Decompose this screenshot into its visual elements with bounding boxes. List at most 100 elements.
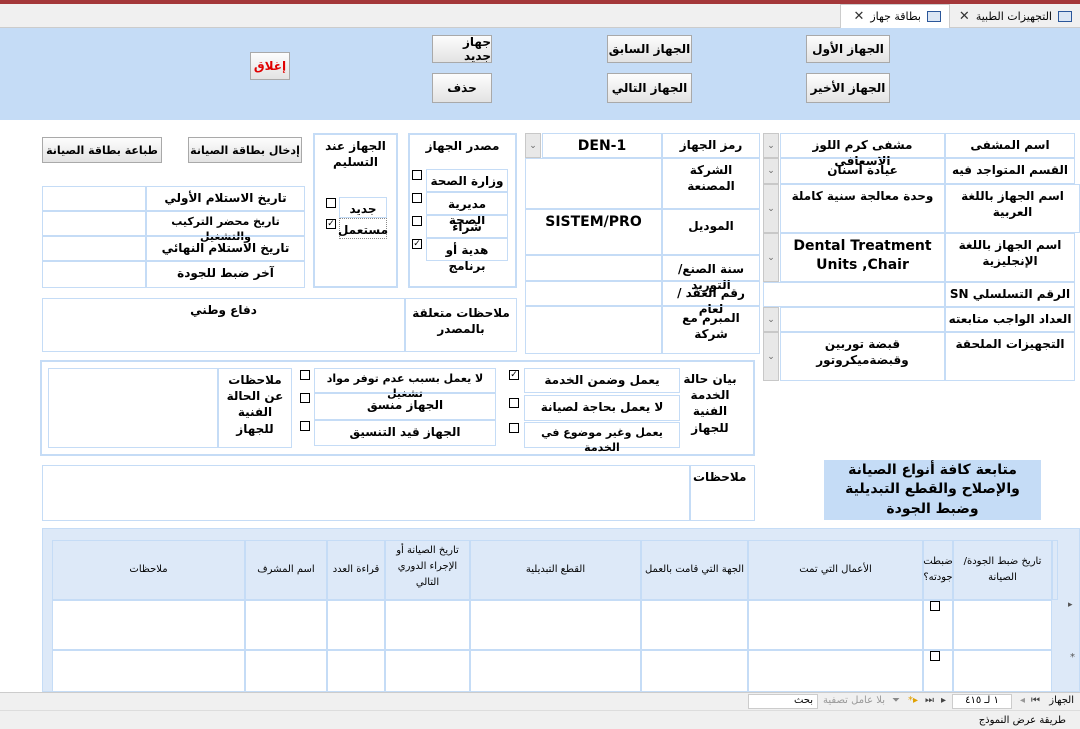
chevron-down-icon[interactable]: ⌄ [763,233,779,282]
grid-cell[interactable] [245,650,327,692]
grid-header[interactable]: الأعمال التي تمت [748,540,923,600]
grid-header[interactable]: اسم المشرف [245,540,327,600]
first-record-button[interactable]: الجهاز الأول [806,35,890,63]
search-input[interactable]: بحث [748,694,818,709]
delete-button[interactable]: حذف [432,73,492,103]
chevron-down-icon[interactable]: ⌄ [763,307,779,332]
last-record-button[interactable]: الجهاز الأخير [806,73,890,103]
hospital-field[interactable]: مشفى كرم اللوز الاسعافي [780,133,945,168]
record-selector-icon[interactable]: ▸ [1068,600,1073,610]
arabic-name-field[interactable]: وحدة معالجة سنية كاملة [780,184,945,233]
status-notes-field[interactable] [48,368,218,448]
new-record-icon[interactable]: * [1070,652,1075,663]
status-coordinating-checkbox[interactable] [300,421,310,431]
grid-cell[interactable] [641,650,748,692]
grid-cell[interactable] [470,650,641,692]
grid-cell[interactable] [953,650,1052,692]
delivery-used-checkbox[interactable]: ✓ [326,219,336,229]
tab-medical-equipment[interactable]: التجهيزات الطبية ✕ [950,4,1080,28]
first-record-icon[interactable]: ⏮ [1031,695,1040,706]
grid-cell[interactable] [245,600,327,650]
grid-cell[interactable] [748,600,923,650]
grid-cell[interactable] [327,650,385,692]
quality-checked-checkbox[interactable] [930,601,940,611]
filter-icon[interactable]: ⏷ [892,695,900,706]
counter-field[interactable] [780,307,945,332]
grid-header[interactable]: الجهة التي قامت بالعمل [641,540,748,600]
technical-status-group: بيان حالة الخدمة الفنية للجهاز يعمل وضمن… [40,360,755,456]
grid-cell[interactable] [470,600,641,650]
print-maintenance-card-button[interactable]: طباعة بطاقة الصيانة [42,137,162,163]
contract-company-field[interactable] [525,306,662,354]
contract-field[interactable] [525,281,662,306]
final-receipt-label: تاريخ الاستلام النهائي [146,236,305,261]
source-directorate-checkbox[interactable] [412,193,422,203]
manufacturer-field[interactable] [525,158,662,209]
notes-label: ملاحظات [690,465,755,521]
chevron-down-icon[interactable]: ⌄ [525,133,541,158]
chevron-down-icon[interactable]: ⌄ [763,158,779,184]
quality-checked-checkbox[interactable] [930,651,940,661]
grid-header[interactable]: ضبطت جودته؟ [923,540,953,600]
source-group: مصدر الجهاز وزارة الصحة مديرية الصحة شرا… [408,133,517,288]
grid-header[interactable]: قراءة العدد [327,540,385,600]
year-label: سنة الصنع/التوريد [662,255,760,292]
grid-header[interactable]: القطع التبديلية [470,540,641,600]
installation-date-field[interactable] [42,211,146,236]
enter-maintenance-card-button[interactable]: إدخال بطاقة الصيانة [188,137,302,163]
grid-cell[interactable] [385,650,470,692]
notes-field[interactable] [42,465,690,521]
initial-receipt-field[interactable] [42,186,146,211]
grid-cell[interactable] [641,600,748,650]
source-gift-checkbox[interactable]: ✓ [412,239,422,249]
grid-header[interactable]: تاريخ الصيانة أو الإجراء الدوري التالي [385,540,470,600]
last-record-icon[interactable]: ⏭ [925,695,934,706]
model-field[interactable]: SISTEM/PRO [525,209,662,255]
prev-record-icon[interactable]: ◂ [1020,695,1025,706]
grid-cell[interactable] [327,600,385,650]
status-coordinated-checkbox[interactable] [300,393,310,403]
english-name-field[interactable]: Dental Treatment Units ,Chair [780,233,945,282]
new-record-nav-icon[interactable]: ▸* [908,695,918,706]
final-receipt-field[interactable] [42,236,146,261]
chevron-down-icon[interactable]: ⌄ [763,332,779,381]
status-not-in-service-checkbox[interactable] [509,423,519,433]
chevron-down-icon[interactable]: ⌄ [763,184,779,233]
grid-cell[interactable] [52,650,245,692]
record-navigation: الجهاز ⏮ ◂ ١ لـ ٤١٥ ▸ ⏭ ▸* ⏷ بلا عامل تص… [0,692,1080,710]
delivery-new-checkbox[interactable] [326,198,336,208]
grid-cell[interactable] [385,600,470,650]
department-field[interactable]: عيادة أسنان [780,158,945,184]
delivery-group: الجهاز عند التسليم جديد مستعمل ✓ [313,133,398,288]
next-record-icon[interactable]: ▸ [941,695,946,706]
close-icon[interactable]: ✕ [959,9,970,24]
english-name-label: اسم الجهاز باللغة الإنجليزية [945,233,1075,282]
grid-cell[interactable] [52,600,245,650]
source-purchase-checkbox[interactable] [412,216,422,226]
tab-device-card[interactable]: بطاقة جهاز ✕ [840,4,950,28]
new-device-button[interactable]: جهاز جديد [432,35,492,63]
grid-cell[interactable] [748,650,923,692]
source-option-label: هدية أو برنامج [426,238,508,273]
status-needs-repair-checkbox[interactable] [509,398,519,408]
grid-header[interactable]: تاريخ ضبط الجودة/الصيانة [953,540,1052,600]
code-field[interactable]: DEN-1 [542,133,662,158]
source-notes-field[interactable]: دفاع وطني [42,298,405,352]
chevron-down-icon[interactable]: ⌄ [763,133,779,158]
accessories-field[interactable]: قبضة توربين وقبضةميكروتور [780,332,945,381]
filter-status[interactable]: بلا عامل تصفية [823,695,885,706]
close-icon[interactable]: ✕ [853,9,864,24]
status-no-materials-checkbox[interactable] [300,370,310,380]
close-form-button[interactable]: إغلاق [250,52,290,80]
status-working-checkbox[interactable]: ✓ [509,370,519,380]
grid-cell[interactable] [953,600,1052,650]
previous-record-button[interactable]: الجهاز السابق [607,35,692,63]
serial-field[interactable] [763,282,945,307]
source-ministry-checkbox[interactable] [412,170,422,180]
year-field[interactable] [525,255,662,281]
grid-header[interactable]: ملاحظات [52,540,245,600]
last-quality-field[interactable] [42,261,146,288]
table-icon [1058,10,1072,22]
next-record-button[interactable]: الجهاز التالي [607,73,692,103]
record-position[interactable]: ١ لـ ٤١٥ [952,694,1012,709]
